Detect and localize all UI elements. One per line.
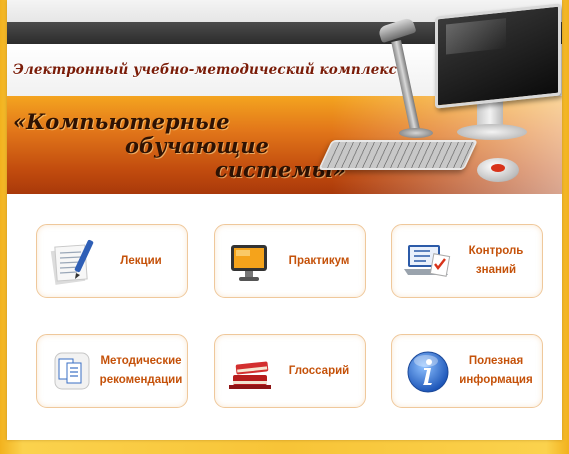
- title-line-1: «Компьютерные: [13, 109, 230, 134]
- monitor-illustration: [435, 3, 561, 109]
- desk-lamp-base: [399, 128, 433, 138]
- menu-tile-label: Глоссарий: [288, 364, 350, 377]
- subtitle: Электронный учебно-методический комплекс: [13, 62, 397, 78]
- menu-tile-guidelines[interactable]: Методические рекомендации: [36, 334, 188, 408]
- menu-tile-label: Лекции: [120, 254, 162, 267]
- menu-tile-label: Контроль знаний: [468, 245, 524, 276]
- laptop-checklist-icon: [402, 235, 454, 287]
- documents-icon: [47, 345, 99, 397]
- mouse-wheel: [491, 164, 505, 172]
- info-icon: [402, 345, 454, 397]
- menu-tile-label: Полезная информация: [459, 355, 533, 386]
- page-frame: Электронный учебно-методический комплекс…: [7, 0, 562, 440]
- menu-tile-lectures[interactable]: Лекции: [36, 224, 188, 298]
- monitor-icon: [225, 235, 277, 287]
- menu-tile-label: Практикум: [288, 254, 350, 267]
- title-line-2: обучающие: [125, 133, 269, 158]
- monitor-stand-base: [457, 124, 527, 140]
- menu-tile-useful-info[interactable]: Полезная информация: [391, 334, 543, 408]
- notebook-pen-icon: [47, 235, 99, 287]
- menu-tile-label: Методические рекомендации: [99, 355, 183, 386]
- menu-tile-knowledge-control[interactable]: Контроль знаний: [391, 224, 543, 298]
- books-icon: [225, 345, 277, 397]
- keyboard-illustration: [318, 140, 478, 170]
- menu-tile-practicum[interactable]: Практикум: [214, 224, 366, 298]
- menu-tile-glossary[interactable]: Глоссарий: [214, 334, 366, 408]
